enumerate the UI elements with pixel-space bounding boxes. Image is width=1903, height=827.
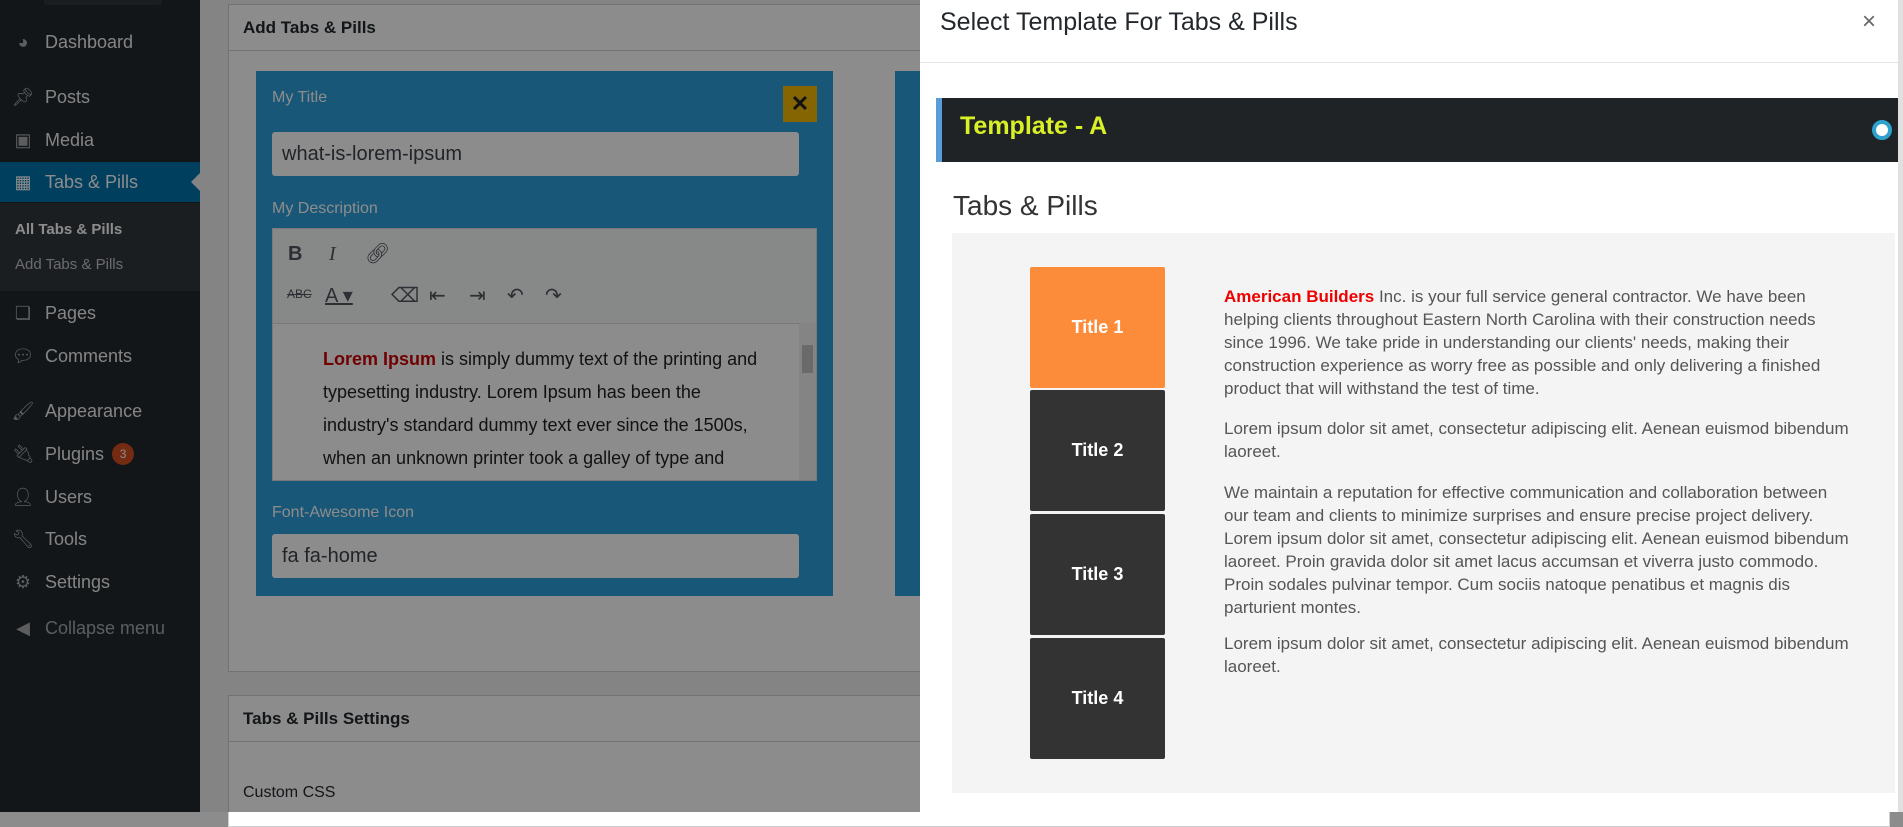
modal-divider xyxy=(920,62,1903,63)
preview-section-title: Tabs & Pills xyxy=(953,190,1098,221)
modal-scrollbar[interactable] xyxy=(1898,0,1903,812)
preview-paragraph-4: Lorem ipsum dolor sit amet, consectetur … xyxy=(1224,634,1849,676)
preview-tab-1[interactable]: Title 1 xyxy=(1030,267,1165,388)
preview-tab-2[interactable]: Title 2 xyxy=(1030,390,1165,511)
preview-tab-4[interactable]: Title 4 xyxy=(1030,638,1165,759)
preview-paragraph-2: Lorem ipsum dolor sit amet, consectetur … xyxy=(1224,419,1849,461)
template-radio[interactable] xyxy=(1872,120,1892,140)
preview-paragraph-1: American Builders Inc. is your full serv… xyxy=(1224,285,1849,400)
template-preview: Title 1 Title 2 Title 3 Title 4 American… xyxy=(952,233,1895,793)
modal-title: Select Template For Tabs & Pills xyxy=(940,8,1298,36)
template-name: Template - A xyxy=(960,112,1108,140)
template-modal: Select Template For Tabs & Pills × Templ… xyxy=(920,0,1903,812)
brand-name: American Builders xyxy=(1224,287,1375,306)
preview-tab-3[interactable]: Title 3 xyxy=(1030,514,1165,635)
close-icon[interactable]: × xyxy=(1862,8,1876,36)
template-option-a[interactable]: Template - A xyxy=(936,98,1903,162)
preview-paragraph-3: We maintain a reputation for effective c… xyxy=(1224,483,1849,617)
